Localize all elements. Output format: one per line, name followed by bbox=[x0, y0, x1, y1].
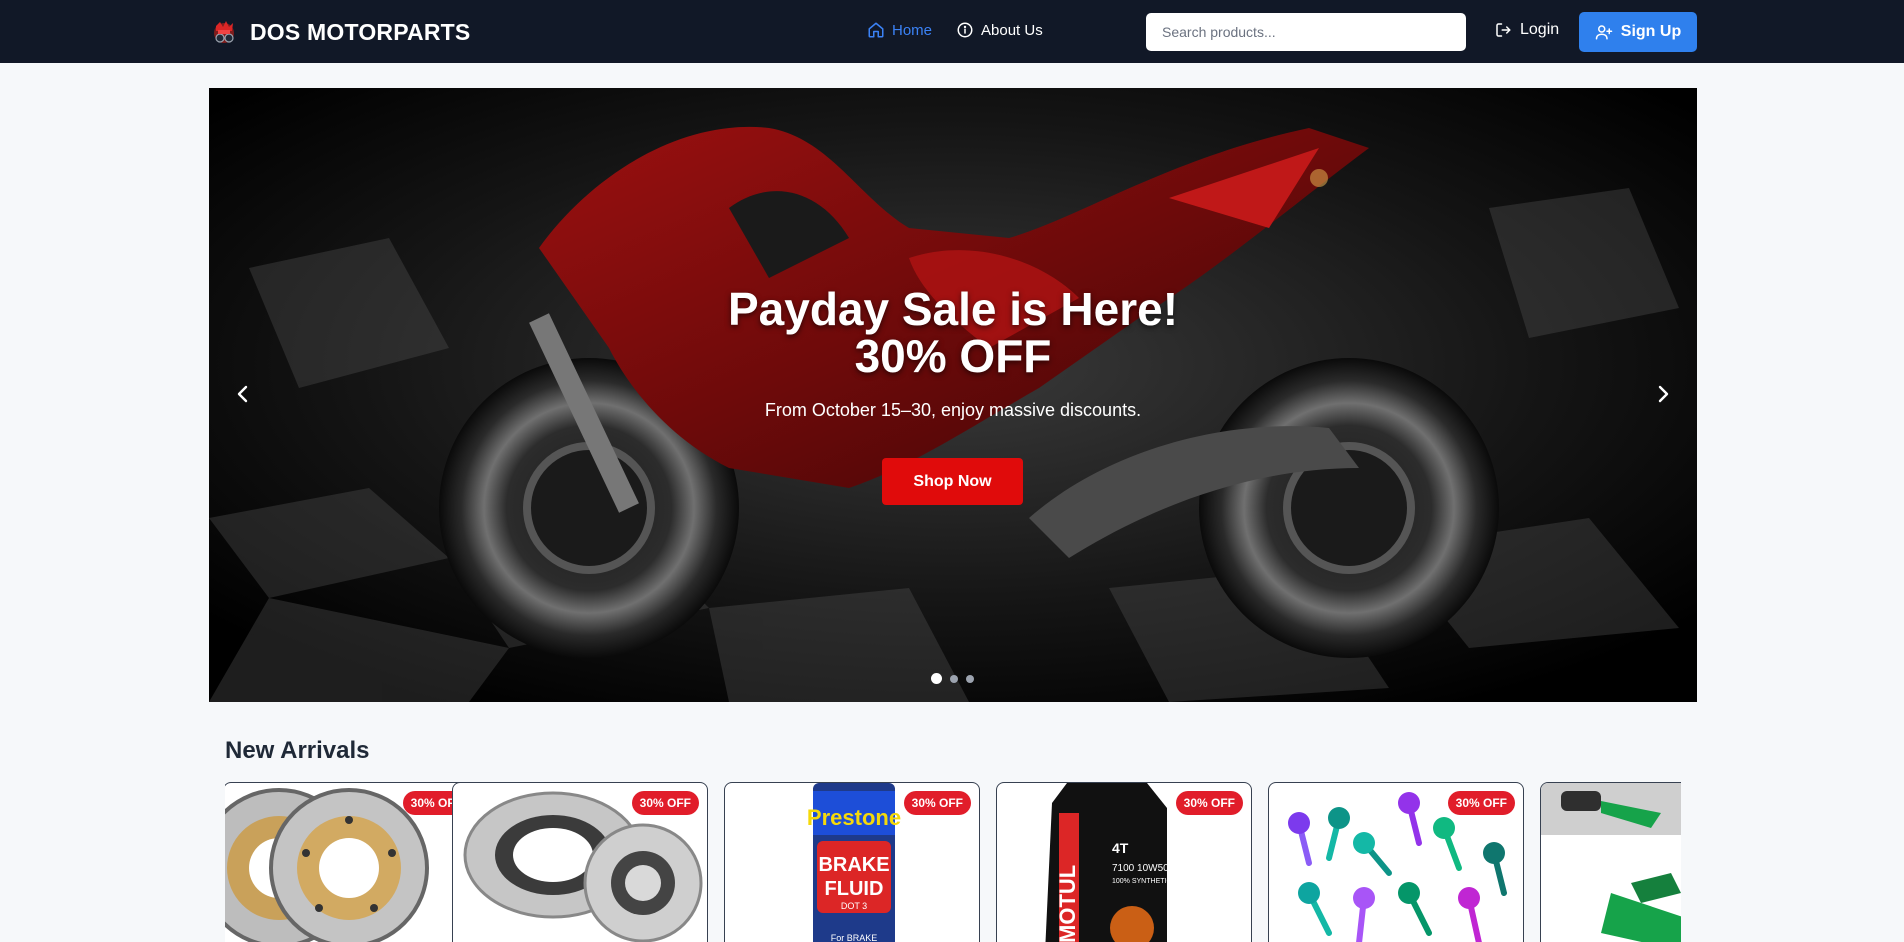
new-arrivals-title: New Arrivals bbox=[225, 737, 370, 764]
svg-text:4T: 4T bbox=[1112, 840, 1129, 856]
hero-title: Payday Sale is Here! 30% OFF bbox=[209, 286, 1697, 380]
svg-text:FLUID: FLUID bbox=[825, 878, 884, 900]
product-card[interactable] bbox=[1540, 782, 1681, 942]
nav-home-link[interactable]: Home bbox=[867, 21, 932, 39]
svg-text:100% SYNTHETIC: 100% SYNTHETIC bbox=[1112, 878, 1172, 885]
carousel-dot-2[interactable] bbox=[950, 674, 958, 683]
shop-now-button[interactable]: Shop Now bbox=[882, 458, 1023, 505]
hero-motorcycle-image bbox=[209, 88, 1697, 702]
svg-text:For BRAKE: For BRAKE bbox=[831, 933, 878, 942]
search-input[interactable] bbox=[1146, 13, 1466, 51]
product-card[interactable]: 30% OFF bbox=[225, 782, 479, 942]
brand[interactable]: DOS MOTORPARTS bbox=[210, 15, 470, 49]
signup-label: Sign Up bbox=[1620, 23, 1682, 40]
product-card[interactable]: 30% OFF bbox=[1268, 782, 1524, 942]
hero-subtitle: From October 15–30, enjoy massive discou… bbox=[764, 400, 1142, 420]
discount-badge: 30% OFF bbox=[631, 791, 699, 815]
svg-text:7100 10W50: 7100 10W50 bbox=[1112, 863, 1169, 874]
discount-badge: 30% OFF bbox=[1447, 791, 1515, 815]
hero-title-line-2: 30% OFF bbox=[854, 330, 1052, 382]
discount-badge: 30% OFF bbox=[1175, 791, 1243, 815]
login-icon bbox=[1496, 23, 1511, 37]
login-button[interactable]: Login bbox=[1494, 21, 1559, 39]
product-card[interactable]: Prestone BRAKE FLUID DOT 3 For BRAKE 30%… bbox=[724, 782, 980, 942]
discount-badge: 30% OFF bbox=[903, 791, 971, 815]
chevron-right-icon[interactable] bbox=[1651, 382, 1675, 406]
carousel-indicators bbox=[931, 673, 974, 684]
info-icon bbox=[957, 22, 973, 38]
brand-name: DOS MOTORPARTS bbox=[250, 18, 471, 45]
top-navbar: DOS MOTORPARTS Home About Us Login bbox=[0, 0, 1904, 63]
carousel-dot-1[interactable] bbox=[931, 673, 942, 684]
login-label: Login bbox=[1520, 21, 1560, 38]
product-card[interactable]: MOTUL 4T 7100 10W50 100% SYNTHETIC 30% O… bbox=[996, 782, 1252, 942]
nav-about-label: About Us bbox=[981, 21, 1043, 39]
user-plus-icon bbox=[1595, 25, 1613, 40]
svg-text:MOTUL: MOTUL bbox=[1055, 865, 1080, 942]
brand-logo-icon bbox=[214, 21, 234, 43]
svg-text:DOT 3: DOT 3 bbox=[841, 901, 867, 911]
svg-text:Prestone: Prestone bbox=[807, 805, 901, 830]
carousel-dot-3[interactable] bbox=[966, 674, 974, 683]
nav-home-label: Home bbox=[892, 21, 933, 39]
home-icon bbox=[868, 22, 884, 38]
green-foot-pegs-image bbox=[1541, 783, 1681, 942]
new-arrivals-carousel: 30% OFF 30% OFF Prestone BRAKE FLUID DOT… bbox=[225, 782, 1681, 942]
hero-title-line-1: Payday Sale is Here! bbox=[727, 283, 1179, 335]
signup-button[interactable]: Sign Up bbox=[1579, 12, 1697, 52]
nav-about-link[interactable]: About Us bbox=[956, 21, 1043, 39]
chevron-left-icon[interactable] bbox=[231, 382, 255, 406]
product-card[interactable]: 30% OFF bbox=[452, 782, 708, 942]
svg-text:BRAKE: BRAKE bbox=[818, 854, 889, 876]
hero-carousel: Payday Sale is Here! 30% OFF From Octobe… bbox=[209, 88, 1697, 702]
